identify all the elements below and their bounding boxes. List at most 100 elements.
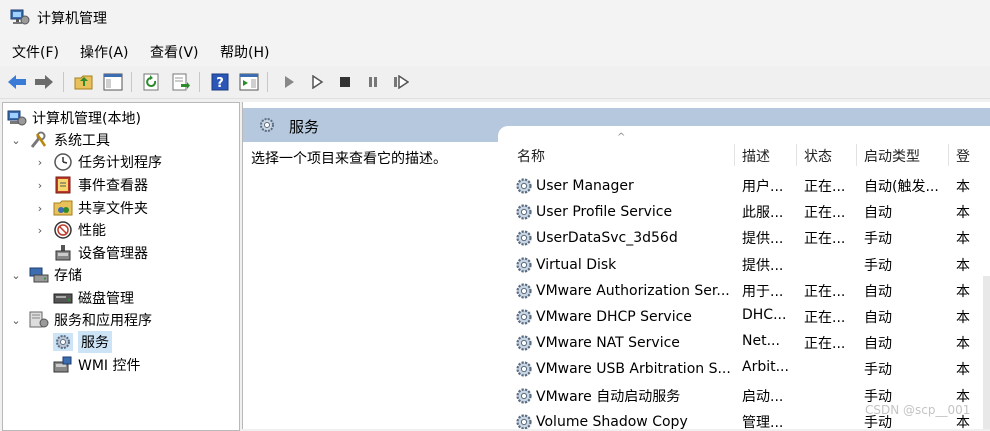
service-row[interactable]: User Manager 用户... 正在... 自动(触发... 本: [498, 172, 990, 198]
service-name: Volume Shadow Copy: [513, 412, 735, 429]
back-arrow-icon[interactable]: [6, 71, 28, 93]
service-row[interactable]: VMware Authorization Ser... 用于... 正在... 自动 本: [498, 277, 990, 303]
chevron-right-icon[interactable]: ›: [33, 179, 47, 192]
column-header-startup-type[interactable]: 启动类型: [864, 146, 920, 166]
export-list-icon[interactable]: [170, 71, 192, 93]
service-row[interactable]: UserDataSvc_3d56d 提供... 正在... 手动 本: [498, 224, 990, 250]
tree-label: 任务计划程序: [78, 155, 162, 171]
menu-view[interactable]: 查看(V): [150, 42, 199, 62]
service-row[interactable]: VMware USB Arbitration S... Arbit... 手动 本: [498, 355, 990, 381]
show-hide-tree-icon[interactable]: [102, 71, 124, 93]
service-logon: 本: [956, 231, 970, 248]
start-service-icon[interactable]: [278, 71, 300, 93]
service-name: VMware Authorization Ser...: [513, 281, 735, 301]
tree-root[interactable]: 计算机管理(本地): [7, 107, 141, 129]
service-name: User Profile Service: [513, 202, 735, 222]
service-status: 正在...: [804, 179, 846, 195]
service-name: User Manager: [513, 176, 735, 196]
tree-item-shared-folders[interactable]: › 共享文件夹: [33, 197, 148, 219]
forward-arrow-icon[interactable]: [33, 71, 55, 93]
tree-item-storage[interactable]: ⌄ 存储: [9, 264, 82, 286]
chevron-down-icon[interactable]: ⌄: [9, 314, 23, 327]
wmi-icon: [53, 356, 73, 374]
stop-service-icon[interactable]: [334, 71, 356, 93]
service-logon: 本: [956, 205, 970, 222]
window-title: 计算机管理: [37, 11, 107, 27]
service-name-text: User Manager: [536, 178, 634, 194]
service-name: Virtual Disk: [513, 255, 735, 275]
gear-icon: [53, 333, 73, 351]
service-status: 正在...: [804, 310, 846, 326]
gear-icon: [257, 116, 277, 138]
gear-icon: [513, 176, 535, 196]
tree-item-disk-management[interactable]: 磁盘管理: [33, 287, 134, 309]
column-header-description[interactable]: 描述: [742, 146, 770, 166]
restart-service-icon[interactable]: [390, 71, 412, 93]
action-pane-icon[interactable]: [238, 71, 260, 93]
services-title: 服务: [289, 118, 320, 136]
gear-icon: [513, 255, 535, 275]
service-name: VMware NAT Service: [513, 333, 735, 353]
service-description: 提供...: [742, 231, 784, 248]
service-name-text: User Profile Service: [536, 204, 673, 221]
device-manager-icon: [53, 244, 73, 262]
service-row[interactable]: VMware DHCP Service DHC... 正在... 自动 本: [498, 303, 990, 329]
gear-icon: [513, 202, 535, 222]
service-logon: 本: [956, 362, 970, 379]
scrollbar[interactable]: [983, 276, 990, 429]
tree-label: 服务和应用程序: [54, 313, 152, 329]
service-name-text: UserDataSvc_3d56d: [536, 230, 678, 247]
tree-item-performance[interactable]: › 性能: [33, 219, 106, 241]
service-name: VMware 自动启动服务: [513, 386, 735, 406]
tree-label: 磁盘管理: [78, 291, 134, 307]
service-startup-type: 自动: [864, 205, 892, 222]
column-header-name[interactable]: 名称: [517, 146, 545, 166]
tree-item-task-scheduler[interactable]: › 任务计划程序: [33, 151, 162, 173]
tree-label: 事件查看器: [78, 178, 148, 194]
service-name-text: Volume Shadow Copy: [536, 413, 688, 429]
service-row[interactable]: VMware NAT Service Net... 正在... 自动 本: [498, 329, 990, 355]
storage-icon: [29, 266, 49, 284]
service-name-text: VMware DHCP Service: [536, 309, 692, 325]
service-startup-type: 手动: [864, 257, 892, 274]
tree-item-device-manager[interactable]: 设备管理器: [33, 242, 148, 264]
tree-item-system-tools[interactable]: ⌄ 系统工具: [9, 129, 110, 151]
start-icon[interactable]: [306, 71, 328, 93]
column-header-status[interactable]: 状态: [804, 146, 832, 166]
chevron-down-icon[interactable]: ⌄: [9, 134, 23, 147]
pause-service-icon[interactable]: [362, 71, 384, 93]
tree-item-services-and-apps[interactable]: ⌄ 服务和应用程序: [9, 309, 152, 331]
menu-action[interactable]: 操作(A): [80, 42, 129, 62]
chevron-right-icon[interactable]: ›: [33, 224, 47, 237]
service-description: Net...: [742, 333, 780, 350]
column-header-logon[interactable]: 登: [956, 146, 970, 166]
help-icon[interactable]: ?: [209, 71, 231, 93]
tree-item-services[interactable]: 服务: [33, 331, 112, 353]
tree-label: 存储: [54, 268, 82, 284]
service-row[interactable]: User Profile Service 此服... 正在... 自动 本: [498, 198, 990, 224]
computer-management-icon: [7, 109, 27, 127]
up-folder-icon[interactable]: [73, 71, 95, 93]
service-description: 此服...: [742, 205, 784, 222]
chevron-down-icon[interactable]: ⌄: [9, 269, 23, 282]
tree-label: 设备管理器: [78, 246, 148, 262]
description-hint: 选择一个项目来查看它的描述。: [251, 151, 447, 167]
tree-label: WMI 控件: [78, 358, 141, 374]
service-description: 用户...: [742, 179, 784, 195]
tree-item-event-viewer[interactable]: › 事件查看器: [33, 174, 148, 196]
refresh-icon[interactable]: [141, 71, 163, 93]
gear-icon: [513, 359, 535, 379]
chevron-right-icon[interactable]: ›: [33, 156, 47, 169]
menu-bar: 文件(F) 操作(A) 查看(V) 帮助(H): [0, 36, 990, 66]
service-description: 启动...: [742, 388, 784, 405]
tree-item-wmi-control[interactable]: WMI 控件: [33, 354, 141, 376]
service-name-text: VMware NAT Service: [536, 335, 680, 352]
service-name: VMware USB Arbitration S...: [513, 359, 735, 379]
service-row[interactable]: Virtual Disk 提供... 手动 本: [498, 251, 990, 277]
service-logon: 本: [956, 179, 970, 195]
menu-file[interactable]: 文件(F): [12, 42, 59, 62]
gear-icon: [513, 307, 535, 327]
service-logon: 本: [956, 336, 970, 353]
chevron-right-icon[interactable]: ›: [33, 202, 47, 215]
menu-help[interactable]: 帮助(H): [220, 42, 269, 62]
